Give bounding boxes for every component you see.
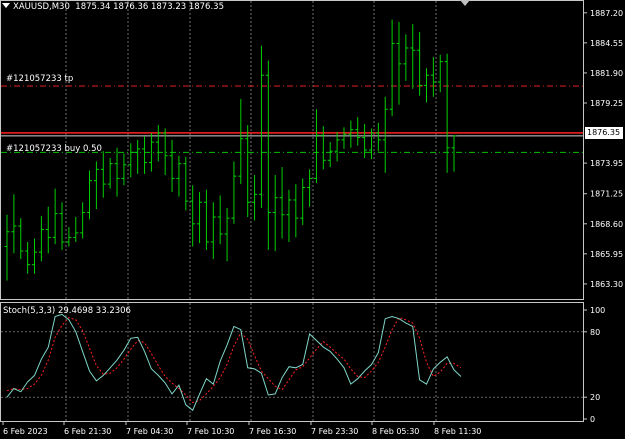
ohlc-bar [135,139,141,174]
price-tick-label: 1884.55 [590,39,623,48]
ohlc-bar [80,202,86,239]
ohlc-bar [444,53,450,173]
ohlc-bar [279,167,285,239]
ohlc-bar [252,175,258,221]
ohlc-bar [258,45,264,208]
price-tick-label: 1881.90 [590,69,623,78]
stoch-axis: 100 80 20 0 [583,306,605,424]
ohlc-bar [307,169,313,207]
chart-shift-marker-icon[interactable] [460,0,470,6]
ohlc-bar [423,68,429,103]
ohlc-bar [224,207,230,262]
ohlc-bar [437,54,443,93]
time-axis: 6 Feb 2023 6 Feb 21:30 7 Feb 04:30 7 Feb 10… [2,421,481,436]
ohlc-bar [169,139,175,193]
grid [1,1,583,421]
stoch-tick-label: 80 [590,328,600,337]
price-tick-label: 1863.30 [590,280,623,289]
ohlc-bar [59,202,65,250]
time-tick-label: 7 Feb 16:30 [249,427,296,436]
ohlc-bar [176,155,182,197]
price-tick-label: 1873.95 [590,159,623,168]
time-tick-label: 8 Feb 05:30 [372,427,419,436]
ohlc-bar [18,218,24,259]
ohlc-bar [265,60,271,250]
ohlc-bar [410,24,416,89]
ohlc-bar [286,189,292,242]
ohlc-bar [430,57,436,97]
ohlc-bar [382,96,388,173]
ohlc-bar [73,216,79,242]
ohlc-bar [142,136,148,174]
ohlc-bar [348,120,354,148]
ohlc-bar [327,142,333,168]
tp-order-label[interactable]: #121057233 tp [6,74,73,84]
ohlc-bar [38,215,44,262]
stochastic-lines [6,313,462,412]
stoch-tick-label: 20 [590,393,600,402]
ohlc-bar [87,170,93,220]
ohlc-bar [121,153,127,186]
time-tick-label: 7 Feb 04:30 [126,427,173,436]
ohlc-bar [300,178,306,225]
ohlc-bar [451,135,457,172]
ohlc-bar [245,125,251,217]
price-tick-label: 1868.60 [590,220,623,229]
chart-window[interactable]: 1887.20 1884.55 1881.90 1879.25 1873.95 1871.… [0,0,625,439]
ohlc-bar [11,194,17,254]
ohlc-bar [25,241,31,274]
ohlc-bar [231,161,237,224]
ohlc-bar [100,151,106,198]
buy-order-label[interactable]: #121057233 buy 0.50 [6,144,102,154]
symbol-label: XAUUSD,M30 [13,2,70,12]
ohlc-bar [128,143,134,178]
current-price-badge: 1876.35 [585,127,623,139]
chart-header: XAUUSD,M30 1875.34 1876.36 1873.23 1876.… [2,2,224,12]
ohlc-bar [238,99,244,185]
time-tick-label: 8 Feb 11:30 [434,427,481,436]
ohlc-bar [362,123,368,159]
price-tick-label: 1865.95 [590,250,623,259]
ohlc-bar [190,185,196,247]
stoch-tick-label: 0 [590,415,595,424]
chart-menu-icon[interactable] [2,3,10,8]
ohlc-bar [355,117,361,146]
ohlc-bar [114,147,120,197]
time-tick-label: 7 Feb 10:30 [187,427,234,436]
stoch-tick-label: 100 [590,306,605,315]
ohlc-bar [313,109,319,183]
ohlc-bar [32,238,38,274]
ohlc-bar [403,34,409,81]
stoch-panel-frame [0,302,584,422]
time-tick-label: 7 Feb 23:30 [311,427,358,436]
ohlc-bar [107,158,113,189]
ohlc-bar [396,21,402,105]
ohlc-bar [217,195,223,245]
ohlc-bar [52,188,58,245]
ohlc-bar [272,175,278,252]
ohlc-bar [375,122,381,152]
stochastic-title: Stoch(5,3,3) 29.4698 33.2306 [3,306,131,316]
ohlc-bar [183,156,189,211]
ohlc-bar [155,125,161,162]
price-tick-label: 1871.25 [590,190,623,199]
chart-canvas[interactable]: 1887.20 1884.55 1881.90 1879.25 1873.95 1871.… [0,0,625,439]
ohlc-bar [293,184,299,238]
ohlc-bar [4,214,10,281]
ohlc-label: 1875.34 1876.36 1873.23 1876.35 [75,2,224,12]
order-levels [1,85,583,153]
price-tick-label: 1879.25 [590,99,623,108]
ohlc-bar [341,127,347,149]
price-axis: 1887.20 1884.55 1881.90 1879.25 1873.95 1871.… [583,9,623,289]
price-tick-label: 1887.20 [590,9,623,18]
ohlc-bar [389,19,395,117]
ohlc-bar [197,192,203,244]
ohlc-bar [93,161,99,210]
ohlc-bar [203,189,209,250]
ohlc-bar [66,227,72,247]
ohlc-bar [210,202,216,259]
time-tick-label: 6 Feb 2023 [3,427,48,436]
ohlc-bar [45,206,51,254]
time-tick-label: 6 Feb 21:30 [64,427,111,436]
